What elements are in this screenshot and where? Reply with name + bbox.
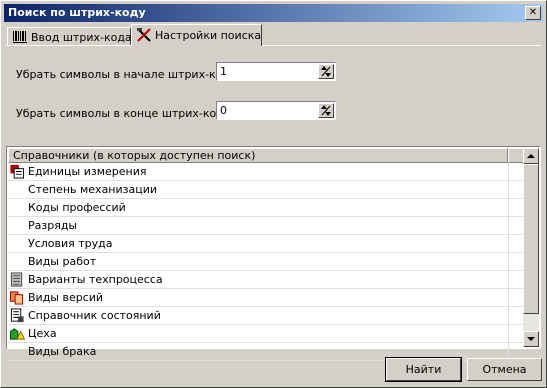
scroll-up-button[interactable]: [523, 148, 539, 164]
list-item[interactable]: Единицы измерения: [8, 163, 525, 181]
list-item-label: Виды версий: [28, 291, 104, 304]
list-item-label: Степень механизации: [28, 183, 158, 196]
trim-start-spinner[interactable]: [216, 62, 336, 81]
list-rows: Единицы измерения Степень механизации Коды…: [8, 163, 525, 361]
list-item-label: Разряды: [28, 219, 78, 232]
versions-icon: [9, 291, 24, 305]
barcode-icon: [13, 31, 27, 43]
trim-start-input[interactable]: [218, 64, 312, 79]
trim-start-spin-button[interactable]: [318, 64, 334, 79]
close-button[interactable]: ✕: [525, 6, 541, 20]
process-icon: [10, 272, 23, 287]
list-item[interactable]: Разряды: [8, 217, 525, 235]
arrow-down-icon: [527, 337, 535, 341]
tools-icon: [137, 28, 151, 42]
list-item[interactable]: Варианты техпроцесса: [8, 271, 525, 289]
trim-end-label: Убрать символы в конце штрих-кода:: [16, 107, 235, 120]
settings-panel: Убрать символы в начале штрих-кода: Убра…: [6, 45, 541, 142]
column-separator: [508, 289, 509, 306]
list-item[interactable]: Справочник состояний: [8, 307, 525, 325]
vertical-scrollbar[interactable]: [523, 148, 539, 347]
window-title: Поиск по штрих-коду: [8, 6, 146, 19]
spin-arrows-icon: [321, 66, 331, 77]
units-icon: [10, 164, 25, 179]
list-item[interactable]: Коды профессий: [8, 199, 525, 217]
list-item-label: Варианты техпроцесса: [28, 273, 163, 286]
list-item-label: Коды профессий: [28, 201, 126, 214]
list-item-label: Виды брака: [28, 345, 97, 358]
tab-barcode-input[interactable]: Ввод штрих-кода: [7, 27, 132, 45]
column-separator: [508, 181, 509, 198]
list-item-label: Справочник состояний: [28, 309, 161, 322]
list-item[interactable]: Цеха: [8, 325, 525, 343]
column-separator: [508, 325, 509, 342]
trim-end-input[interactable]: [218, 103, 312, 118]
workshop-icon: [9, 328, 25, 340]
column-separator: [508, 199, 509, 216]
spin-arrows-icon: [321, 105, 331, 116]
trim-start-label: Убрать символы в начале штрих-кода:: [16, 68, 241, 81]
tab-search-settings[interactable]: Настройки поиска: [131, 24, 262, 46]
list-item[interactable]: Степень механизации: [8, 181, 525, 199]
list-item-label: Условия труда: [28, 237, 113, 250]
list-item[interactable]: Условия труда: [8, 235, 525, 253]
list-item-label: Единицы измерения: [28, 165, 147, 178]
list-column-header[interactable]: Справочники (в которых доступен поиск): [8, 148, 508, 163]
column-separator: [508, 271, 509, 288]
column-separator: [508, 217, 509, 234]
search-by-barcode-dialog: Поиск по штрих-коду ✕ Ввод штрих-кода На…: [0, 0, 547, 388]
trim-end-spin-button[interactable]: [318, 103, 334, 118]
list-item-label: Цеха: [28, 327, 57, 340]
trim-end-spinner[interactable]: [216, 101, 336, 120]
cancel-button[interactable]: Отмена: [467, 358, 542, 381]
scroll-down-button[interactable]: [523, 331, 539, 347]
arrow-up-icon: [527, 154, 535, 158]
scroll-thumb[interactable]: [523, 164, 539, 314]
states-icon: [10, 308, 24, 323]
title-bar[interactable]: Поиск по штрих-коду ✕: [4, 4, 543, 22]
tab-search-settings-label: Настройки поиска: [155, 28, 262, 42]
list-item[interactable]: Виды работ: [8, 253, 525, 271]
list-item[interactable]: Виды версий: [8, 289, 525, 307]
tab-barcode-input-label: Ввод штрих-кода: [31, 30, 132, 44]
column-separator: [508, 253, 509, 270]
column-separator: [508, 235, 509, 252]
column-separator: [508, 163, 509, 180]
column-separator: [508, 307, 509, 324]
list-item-label: Виды работ: [28, 255, 97, 268]
find-button[interactable]: Найти: [385, 357, 462, 382]
directory-list[interactable]: Справочники (в которых доступен поиск) Е…: [6, 146, 541, 361]
